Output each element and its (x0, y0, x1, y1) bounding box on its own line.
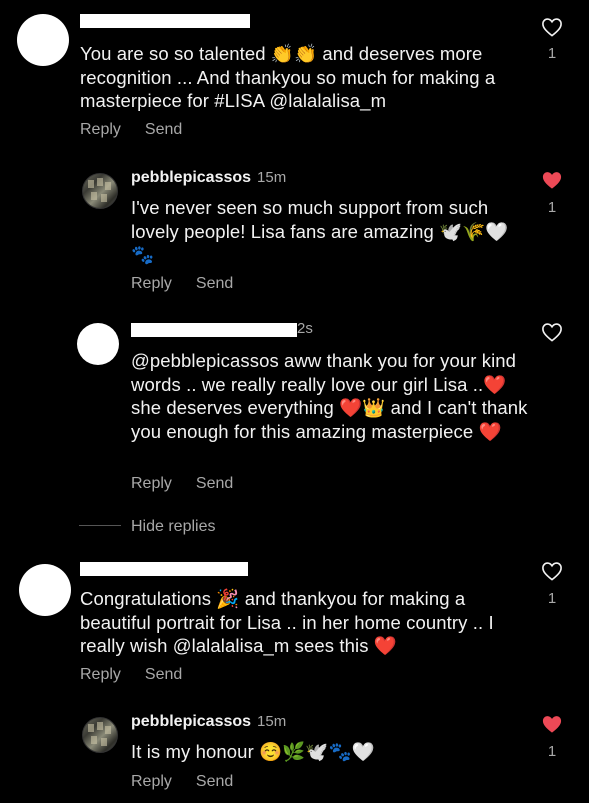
username[interactable]: pebblepicassos 15m (131, 169, 286, 187)
heart-outline-icon[interactable] (541, 561, 563, 581)
avatar[interactable] (19, 564, 71, 616)
comment-actions: Reply Send (131, 773, 257, 791)
comment-text: I've never seen so much support from suc… (131, 197, 509, 265)
avatar[interactable] (82, 173, 118, 209)
heart-outline-icon[interactable] (541, 322, 563, 342)
reply-button[interactable]: Reply (80, 666, 121, 683)
send-button[interactable]: Send (145, 666, 182, 683)
comment-text: You are so so talented 👏👏 and deserves m… (80, 43, 496, 111)
comment-text: @pebblepicassos aww thank you for your k… (131, 350, 528, 442)
reply-button[interactable]: Reply (80, 121, 121, 138)
send-button[interactable]: Send (196, 475, 233, 492)
comment-actions: Reply Send (80, 121, 206, 139)
reply-button[interactable]: Reply (131, 475, 172, 492)
reply-button[interactable]: Reply (131, 275, 172, 292)
comment-text: Congratulations 🎉 and thankyou for makin… (80, 588, 494, 656)
comment-actions: Reply Send (131, 475, 257, 493)
comment-actions: Reply Send (80, 666, 206, 684)
redacted-username (80, 562, 248, 576)
timestamp: 15m (257, 169, 287, 186)
like-count[interactable]: 1 (542, 743, 562, 760)
username[interactable]: pebblepicassos 15m (131, 713, 286, 731)
redacted-username (80, 14, 250, 28)
heart-filled-icon[interactable] (541, 714, 563, 734)
avatar[interactable] (17, 14, 69, 66)
avatar[interactable] (82, 717, 118, 753)
comment-text: It is my honour ☺️🌿🕊️🐾🤍 (131, 741, 375, 762)
hide-replies-divider (79, 525, 121, 526)
like-count[interactable]: 1 (542, 199, 562, 216)
like-count[interactable]: 1 (542, 590, 562, 607)
heart-filled-icon[interactable] (541, 170, 563, 190)
heart-outline-icon[interactable] (541, 17, 563, 37)
redacted-username (131, 323, 297, 337)
send-button[interactable]: Send (196, 275, 233, 292)
send-button[interactable]: Send (145, 121, 182, 138)
comment-actions: Reply Send (131, 275, 257, 293)
send-button[interactable]: Send (196, 773, 233, 790)
reply-button[interactable]: Reply (131, 773, 172, 790)
like-count[interactable]: 1 (542, 45, 562, 62)
timestamp: 2s (297, 320, 313, 337)
hide-replies-button[interactable]: Hide replies (131, 518, 215, 536)
timestamp: 15m (257, 713, 287, 730)
avatar[interactable] (77, 323, 119, 365)
